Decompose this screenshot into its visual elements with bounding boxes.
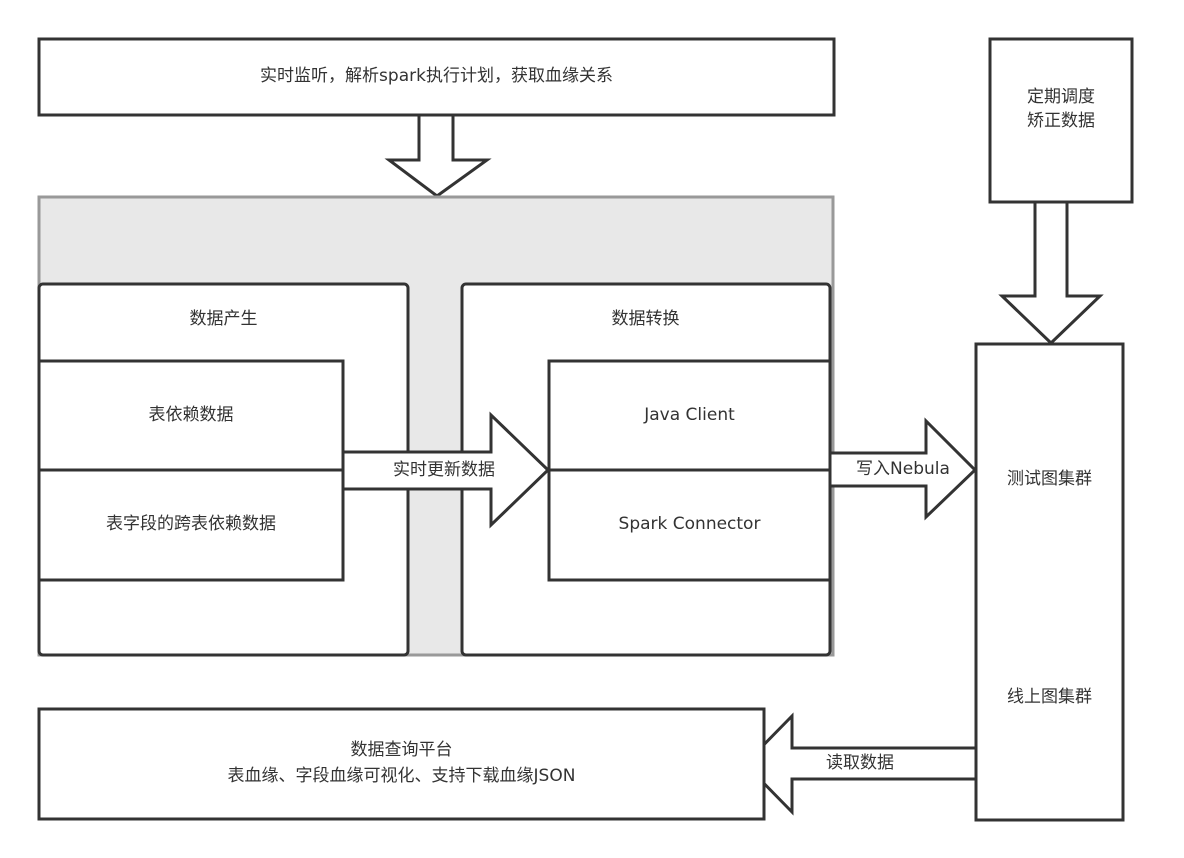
read-data-label: 读取数据	[826, 752, 894, 773]
query-platform-subtitle: 表血缘、字段血缘可视化、支持下载血缘JSON	[227, 766, 576, 787]
data-generation-title: 数据产生	[189, 309, 258, 330]
test-cluster-label: 测试图集群	[1007, 469, 1092, 490]
data-conversion-title: 数据转换	[611, 309, 680, 330]
java-client-label: Java Client	[644, 404, 735, 425]
realtime-update-label: 实时更新数据	[393, 459, 495, 480]
table-dependency-label: 表依赖数据	[148, 404, 234, 425]
scheduler-label: 定期调度 矫正数据	[1027, 87, 1095, 131]
spark-connector-label: Spark Connector	[618, 514, 761, 535]
prod-cluster-label: 线上图集群	[1007, 687, 1092, 708]
cluster-box	[974, 342, 1125, 822]
down-arrow-scheduler	[998, 200, 1104, 346]
write-nebula-label: 写入Nebula	[856, 458, 950, 479]
down-arrow-top	[384, 113, 492, 198]
top-box-label: 实时监听，解析spark执行计划，获取血缘关系	[260, 66, 613, 87]
field-dependency-label: 表字段的跨表依赖数据	[106, 514, 276, 535]
query-platform-title: 数据查询平台	[350, 740, 453, 761]
